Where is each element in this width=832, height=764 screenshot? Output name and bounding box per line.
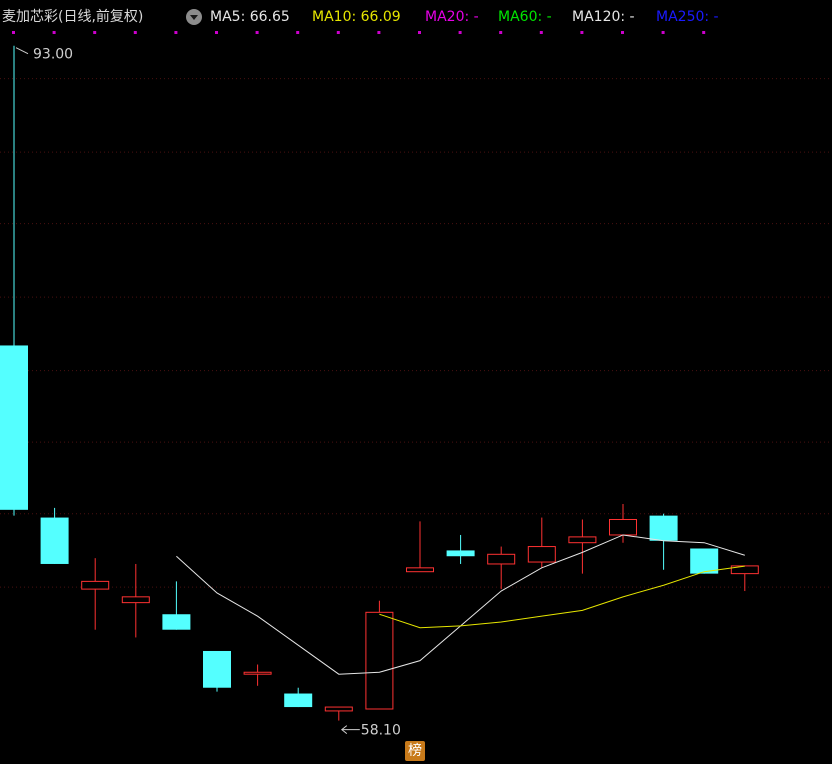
candlestick-chart: 93.00 58.10 (0, 31, 832, 739)
high-arrow (15, 47, 29, 55)
candle-body (406, 567, 434, 573)
candle-body (568, 536, 597, 544)
candle-body (527, 546, 556, 563)
ranking-badge[interactable]: 榜 (405, 741, 425, 761)
candle-body (609, 518, 637, 536)
candle-body (81, 580, 110, 590)
header-dot (12, 31, 15, 34)
header-dot (174, 31, 178, 34)
high-label: 93.00 (33, 47, 73, 63)
header-dot (255, 31, 259, 34)
candle-body (365, 611, 394, 710)
header-dot (418, 31, 421, 34)
header-dot (499, 31, 503, 34)
header-dot (93, 31, 97, 34)
header-dot (296, 31, 300, 34)
candle-body (649, 515, 678, 541)
header-dot (133, 31, 137, 34)
header-dot (580, 31, 584, 34)
header-dot (52, 31, 56, 34)
header-dot (458, 31, 462, 34)
candle-body (446, 550, 475, 557)
candle-body (284, 693, 313, 708)
candle-body (162, 614, 191, 630)
header-dot (539, 31, 543, 34)
header-dot (661, 31, 665, 34)
candle-body (487, 553, 516, 565)
candle-body (121, 596, 150, 604)
candle-body (0, 345, 28, 510)
header-dot (702, 31, 706, 34)
header-dot (336, 31, 340, 34)
candle-body (40, 517, 69, 564)
candle-body (324, 706, 353, 712)
header-dot (377, 31, 381, 34)
candle-body (203, 650, 231, 688)
ma10-line (379, 565, 745, 629)
header-dot (215, 31, 218, 34)
header-dot (621, 31, 624, 34)
candle-body (243, 671, 272, 675)
low-label: 58.10 (361, 723, 401, 739)
